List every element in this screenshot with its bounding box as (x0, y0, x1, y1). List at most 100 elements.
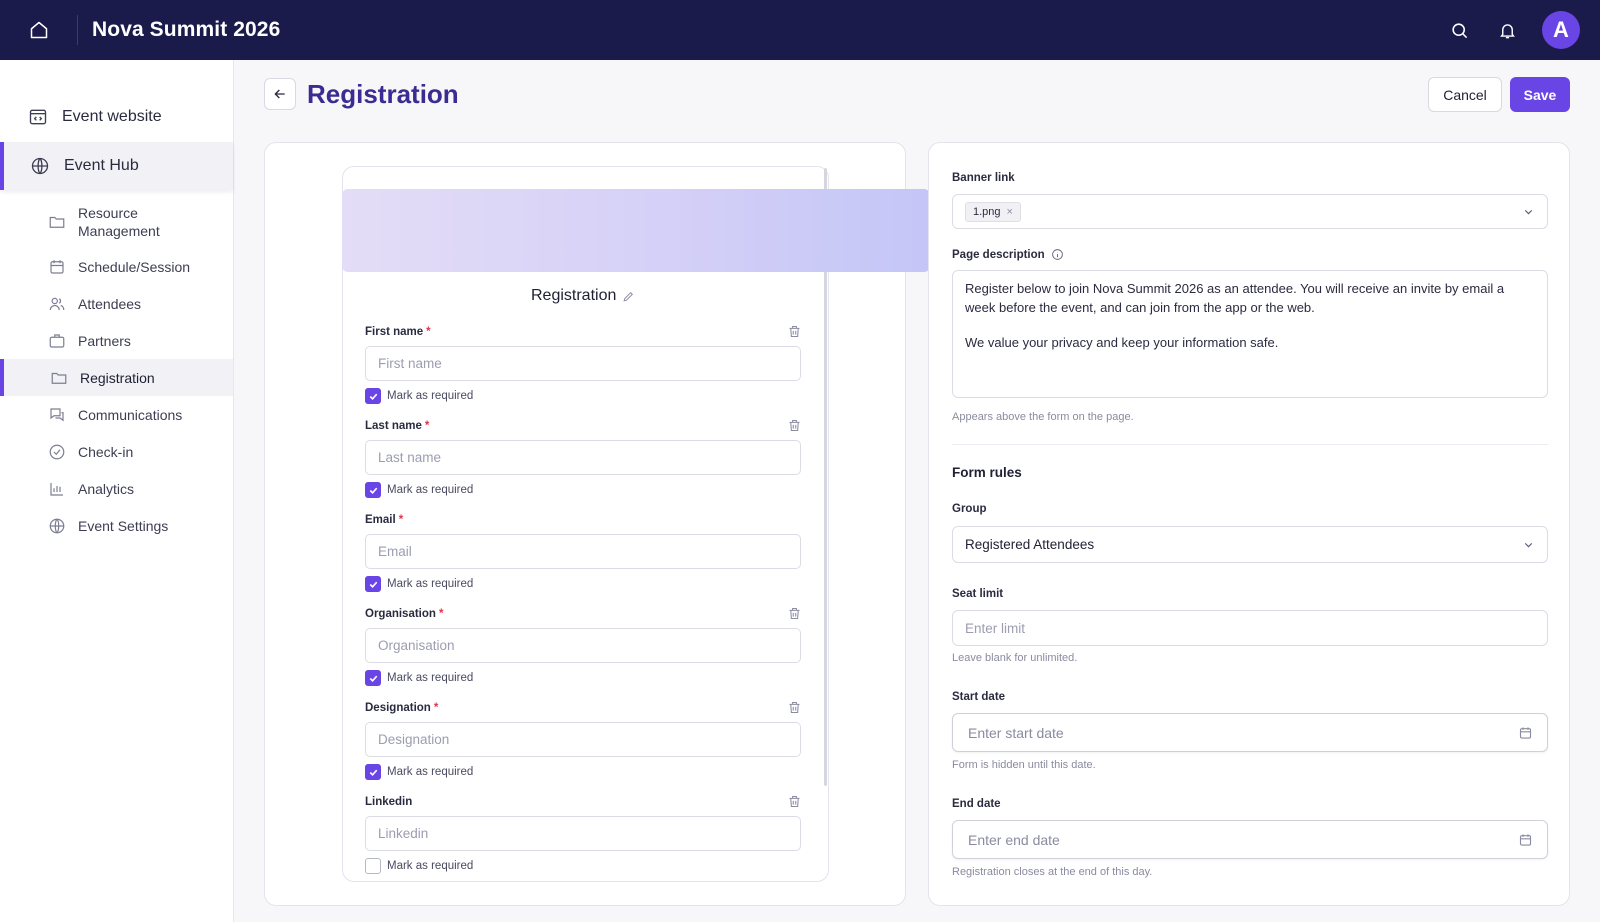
home-button[interactable] (0, 15, 78, 45)
last-name-input[interactable]: Last name (365, 440, 801, 475)
organisation-input[interactable]: Organisation (365, 628, 801, 663)
remove-chip-icon[interactable]: × (1007, 206, 1013, 218)
form-rules-title: Form rules (952, 465, 1022, 480)
form-title: Registration (342, 287, 927, 305)
sidebar-item-event-website[interactable]: Event website (0, 94, 233, 140)
required-checkbox-label: Mark as required (387, 484, 474, 496)
sidebar-item-check-in[interactable]: Check-in (0, 433, 233, 470)
seat-limit-help: Leave blank for unlimited. (952, 652, 1078, 664)
sidebar-item-schedule[interactable]: Schedule/Session (0, 248, 233, 285)
page-description-label-text: Page description (952, 248, 1045, 261)
end-date-label: End date (952, 798, 1001, 810)
save-button[interactable]: Save (1510, 77, 1570, 112)
search-icon (1451, 22, 1467, 38)
check-icon (369, 675, 377, 682)
sidebar-item-communications[interactable]: Communications (0, 396, 233, 433)
users-icon (49, 297, 65, 310)
trash-icon[interactable] (787, 324, 802, 339)
group-select-value: Registered Attendees (965, 537, 1095, 552)
check-circle-icon (49, 444, 65, 459)
required-checkbox[interactable] (365, 576, 381, 592)
seat-limit-label: Seat limit (952, 588, 1004, 600)
sidebar: Event website Event Hub Resource Managem… (0, 60, 234, 922)
required-asterisk: * (398, 514, 404, 526)
sidebar-item-event-hub[interactable]: Event Hub (0, 142, 233, 190)
required-checkbox[interactable] (365, 764, 381, 780)
group-select[interactable]: Registered Attendees (952, 526, 1548, 563)
banner-link-label: Banner link (952, 172, 1015, 184)
end-date-placeholder: Enter end date (968, 831, 1060, 848)
sidebar-item-resource-management[interactable]: Resource Management (0, 196, 233, 248)
page-description-paragraph: Register below to join Nova Summit 2026 … (965, 281, 1505, 315)
sidebar-item-label: Schedule/Session (78, 258, 191, 275)
required-checkbox-label: Mark as required (387, 672, 474, 684)
field-label: Last name (365, 420, 422, 432)
chevron-down-icon (1524, 542, 1533, 547)
folder-icon (51, 372, 67, 384)
first-name-input[interactable]: First name (365, 346, 801, 381)
trash-icon[interactable] (787, 700, 802, 715)
email-input[interactable]: Email (365, 534, 801, 569)
sidebar-item-label: Analytics (78, 480, 135, 497)
start-date-input[interactable]: Enter start date (952, 713, 1548, 752)
start-date-placeholder: Enter start date (968, 724, 1064, 741)
divider (952, 444, 1548, 445)
required-checkbox[interactable] (365, 670, 381, 686)
required-checkbox[interactable] (365, 388, 381, 404)
sidebar-item-label: Check-in (78, 443, 134, 460)
start-date-help: Form is hidden until this date. (952, 759, 1096, 771)
avatar[interactable]: A (1542, 11, 1580, 49)
trash-icon[interactable] (787, 606, 802, 621)
trash-icon[interactable] (787, 794, 802, 809)
required-checkbox-label: Mark as required (387, 578, 474, 590)
calendar-icon[interactable] (1518, 725, 1533, 740)
sidebar-item-label: Attendees (78, 295, 142, 312)
search-button[interactable] (1446, 17, 1472, 43)
required-checkbox-label: Mark as required (387, 766, 474, 778)
trash-icon[interactable] (787, 418, 802, 433)
back-button[interactable] (264, 78, 296, 110)
page-description-paragraph: We value your privacy and keep your info… (965, 335, 1279, 350)
app-title: Nova Summit 2026 (92, 18, 281, 41)
top-bar: Nova Summit 2026 A (0, 0, 1600, 60)
calendar-icon (50, 259, 64, 274)
required-asterisk: * (433, 702, 439, 714)
notifications-button[interactable] (1494, 17, 1520, 43)
sidebar-item-partners[interactable]: Partners (0, 322, 233, 359)
check-icon (369, 487, 377, 494)
end-date-help: Registration closes at the end of this d… (952, 866, 1153, 878)
sidebar-item-analytics[interactable]: Analytics (0, 470, 233, 507)
group-label: Group (952, 503, 987, 515)
sidebar-item-label: Resource Management (78, 205, 160, 239)
bell-icon (1499, 23, 1515, 38)
home-icon (30, 21, 47, 39)
page-description-textarea[interactable]: Register below to join Nova Summit 2026 … (952, 270, 1548, 398)
sidebar-item-attendees[interactable]: Attendees (0, 285, 233, 322)
sidebar-item-label: Communications (78, 406, 183, 423)
sidebar-item-label: Registration (80, 369, 155, 386)
calendar-icon[interactable] (1518, 832, 1533, 847)
seat-limit-input[interactable]: Enter limit (952, 610, 1548, 646)
form-field-first-name: First name * First name Mark as required (365, 324, 801, 405)
page-description-label: Page description (952, 248, 1064, 261)
sidebar-item-event-settings[interactable]: Event Settings (0, 507, 233, 544)
designation-input[interactable]: Designation (365, 722, 801, 757)
cancel-button[interactable]: Cancel (1428, 77, 1502, 112)
linkedin-input[interactable]: Linkedin (365, 816, 801, 851)
required-checkbox[interactable] (365, 858, 381, 874)
sidebar-item-registration[interactable]: Registration (0, 359, 233, 396)
end-date-input[interactable]: Enter end date (952, 820, 1548, 859)
required-checkbox[interactable] (365, 482, 381, 498)
required-asterisk: * (426, 326, 431, 338)
pencil-icon[interactable] (622, 290, 635, 303)
chat-icon (50, 407, 64, 421)
form-field-last-name: Last name * Last name Mark as required (365, 418, 801, 499)
form-field-designation: Designation * Designation Mark as require… (365, 700, 801, 781)
form-field-linkedin: Linkedin Linkedin Mark as required (365, 794, 801, 875)
info-icon[interactable] (1051, 248, 1064, 261)
form-banner (342, 189, 930, 272)
sidebar-item-label: Event website (62, 108, 162, 125)
banner-link-select[interactable]: 1.png × (952, 194, 1548, 229)
required-asterisk: * (438, 608, 444, 620)
field-label: First name (365, 326, 424, 338)
